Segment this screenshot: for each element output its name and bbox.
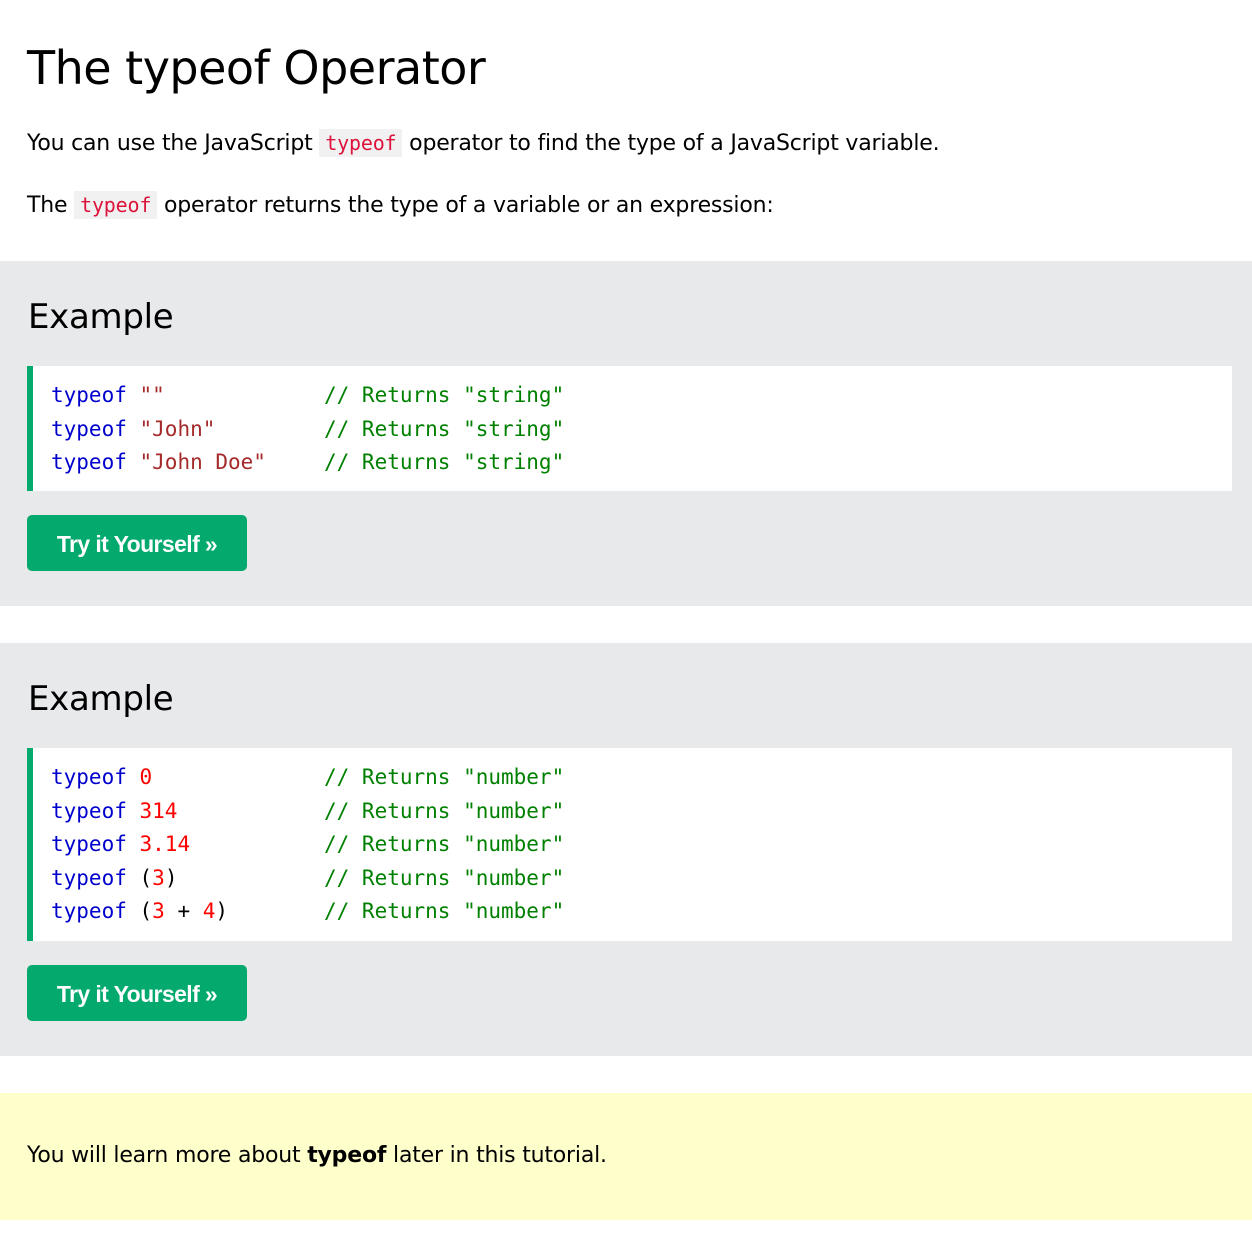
code-line: typeof (3)// Returns "number" [51,862,1232,896]
code-keyword: typeof [51,450,127,475]
code-number: 4 [202,899,216,924]
example-heading: Example [28,679,174,719]
code-statement: typeof (3 + 4) [51,895,324,929]
code-punctuation [127,417,140,441]
note-text-bold: typeof [307,1143,387,1168]
code-line: typeof "John"// Returns "string" [51,413,1232,447]
try-it-yourself-button[interactable]: Try it Yourself » [27,515,247,571]
code-string: "John Doe" [139,450,266,475]
code-comment: // Returns "string" [324,383,565,407]
code-punctuation: ( [126,899,153,924]
code-line: typeof ""// Returns "string" [51,379,1232,413]
code-statement: typeof 314 [51,795,324,829]
intro-paragraph-1: You can use the JavaScript typeof operat… [27,128,940,159]
code-number: 314 [139,798,178,823]
code-keyword: typeof [51,832,127,857]
code-keyword: typeof [51,798,127,823]
intro-text: operator to find the type of a JavaScrip… [402,131,940,156]
code-comment: // Returns "string" [324,450,565,475]
intro-text: operator returns the type of a variable … [157,193,774,218]
inline-code-typeof: typeof [74,191,158,219]
example-heading: Example [28,297,174,337]
code-statement: typeof 3.14 [51,828,324,862]
code-line: typeof 3.14// Returns "number" [51,828,1232,862]
page-title: The typeof Operator [27,41,486,95]
code-line: typeof "John Doe"// Returns "string" [51,446,1232,480]
code-punctuation: ) [215,899,229,924]
note-text: You will learn more about typeof later i… [27,1141,607,1171]
note-text-after: later in this tutorial. [386,1143,607,1168]
code-string: "John" [139,416,216,441]
note-text-before: You will learn more about [27,1143,308,1168]
code-statement: typeof 0 [51,761,324,795]
code-punctuation [127,832,140,856]
code-string: "" [139,383,165,407]
code-statement: typeof "John" [51,413,324,447]
code-line: typeof (3 + 4)// Returns "number" [51,895,1232,929]
code-statement: typeof "" [51,379,324,413]
inline-code-typeof: typeof [319,129,403,157]
code-comment: // Returns "string" [324,416,565,441]
code-punctuation: + [164,899,203,924]
code-line: typeof 0// Returns "number" [51,761,1232,795]
intro-text: You can use the JavaScript [27,131,320,156]
try-it-yourself-button[interactable]: Try it Yourself » [27,965,247,1021]
code-number: 3 [152,899,165,924]
code-punctuation [127,383,140,407]
code-comment: // Returns "number" [324,865,565,890]
code-comment: // Returns "number" [324,899,565,924]
code-keyword: typeof [51,899,127,924]
intro-text: The [27,193,75,218]
code-block: typeof 0// Returns "number" typeof 314//… [27,748,1232,941]
code-comment: // Returns "number" [324,798,565,823]
code-line: typeof 314// Returns "number" [51,795,1232,829]
code-comment: // Returns "number" [324,765,565,789]
example-box-numbers: Example typeof 0// Returns "number" type… [0,643,1252,1056]
code-punctuation: ) [164,865,178,890]
code-punctuation: ( [126,865,153,890]
code-statement: typeof "John Doe" [51,446,324,480]
code-keyword: typeof [51,416,127,441]
code-keyword: typeof [51,765,127,789]
intro-paragraph-2: The typeof operator returns the type of … [27,190,774,221]
code-punctuation [127,765,140,789]
code-punctuation [127,799,140,823]
code-statement: typeof (3) [51,862,324,896]
example-box-strings: Example typeof ""// Returns "string" typ… [0,261,1252,606]
code-punctuation [127,450,140,474]
code-block: typeof ""// Returns "string" typeof "Joh… [27,366,1232,491]
code-keyword: typeof [51,865,127,890]
code-number: 3 [152,865,165,890]
code-number: 3.14 [139,832,191,857]
note-box: You will learn more about typeof later i… [0,1093,1252,1220]
code-comment: // Returns "number" [324,832,565,857]
code-number: 0 [139,765,153,789]
code-keyword: typeof [51,383,127,407]
